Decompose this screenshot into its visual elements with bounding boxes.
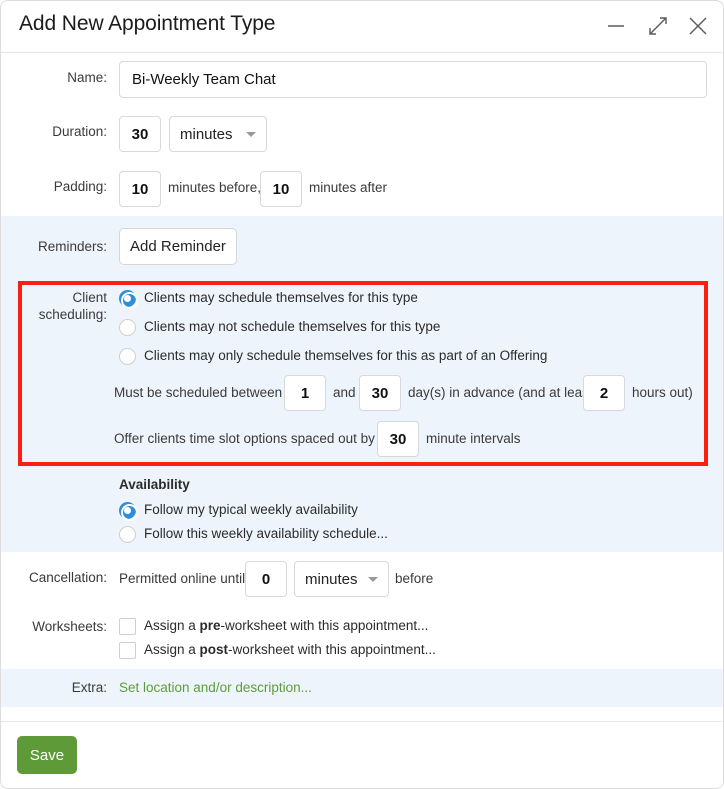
radio-this-weekly-schedule[interactable] xyxy=(119,526,136,543)
name-label: Name: xyxy=(67,70,107,85)
cancellation-row: Cancellation: Permitted online until min… xyxy=(1,552,723,607)
dialog-title: Add New Appointment Type xyxy=(19,12,276,35)
close-button[interactable] xyxy=(681,9,715,43)
pre-worksheet-emphasis: pre xyxy=(199,618,221,633)
radio-label-this-weekly-schedule: Follow this weekly availability schedule… xyxy=(144,526,388,541)
padding-before-input[interactable] xyxy=(119,171,161,207)
client-scheduling-section: Client scheduling: Clients may schedule … xyxy=(1,277,723,464)
save-button[interactable]: Save xyxy=(17,736,77,774)
chevron-down-icon xyxy=(368,576,378,582)
padding-before-text: minutes before, xyxy=(168,180,262,195)
padding-label: Padding: xyxy=(53,179,107,194)
advance-max-input[interactable] xyxy=(359,375,401,411)
name-input[interactable] xyxy=(119,61,707,98)
advance-prefix-text: Must be scheduled between xyxy=(114,385,283,400)
extra-label: Extra: xyxy=(71,680,107,695)
slot-interval-input[interactable] xyxy=(377,421,419,457)
duration-unit-select[interactable]: minutes xyxy=(169,116,267,152)
cancellation-label: Cancellation: xyxy=(28,570,107,585)
title-bar: Add New Appointment Type xyxy=(1,1,723,53)
add-appointment-type-dialog: Add New Appointment Type Name: Duration: xyxy=(0,0,724,789)
advance-suffix-text: day(s) in advance (and at least xyxy=(408,385,593,400)
post-worksheet-suffix: -worksheet with this appointment... xyxy=(228,642,436,657)
radio-label-clients-may-not-schedule: Clients may not schedule themselves for … xyxy=(144,319,441,334)
minimize-button[interactable] xyxy=(599,9,633,43)
pre-worksheet-suffix: -worksheet with this appointment... xyxy=(220,618,429,633)
chevron-down-icon xyxy=(246,131,256,137)
availability-section: Availability Follow my typical weekly av… xyxy=(1,464,723,552)
label-post-worksheet: Assign a post-worksheet with this appoin… xyxy=(144,642,436,657)
radio-label-typical-weekly-availability: Follow my typical weekly availability xyxy=(144,502,358,517)
slot-prefix-text: Offer clients time slot options spaced o… xyxy=(114,431,375,446)
worksheets-row: Worksheets: Assign a pre-worksheet with … xyxy=(1,607,723,669)
reminders-row: Reminders: Add Reminder xyxy=(1,216,723,277)
name-row: Name: xyxy=(1,53,723,106)
duration-row: Duration: minutes xyxy=(1,106,723,161)
duration-value-input[interactable] xyxy=(119,116,161,152)
cancellation-suffix-text: before xyxy=(395,571,434,586)
radio-clients-offering-only[interactable] xyxy=(119,348,136,365)
add-reminder-button[interactable]: Add Reminder xyxy=(119,228,237,265)
checkbox-post-worksheet[interactable] xyxy=(119,642,136,659)
cancellation-prefix-text: Permitted online until xyxy=(119,571,246,586)
label-pre-worksheet: Assign a pre-worksheet with this appoint… xyxy=(144,618,428,633)
cancellation-unit-value: minutes xyxy=(305,570,358,588)
padding-after-input[interactable] xyxy=(260,171,302,207)
advance-joiner-text: and xyxy=(333,385,356,400)
worksheets-label: Worksheets: xyxy=(32,619,107,634)
padding-row: Padding: minutes before, minutes after xyxy=(1,161,723,216)
advance-hours-input[interactable] xyxy=(583,375,625,411)
radio-label-clients-offering-only: Clients may only schedule themselves for… xyxy=(144,348,548,363)
advance-min-input[interactable] xyxy=(284,375,326,411)
post-worksheet-emphasis: post xyxy=(199,642,229,657)
dialog-footer: Save xyxy=(1,721,723,788)
cancellation-value-input[interactable] xyxy=(245,561,287,597)
cancellation-unit-select[interactable]: minutes xyxy=(294,561,389,597)
radio-clients-may-schedule[interactable] xyxy=(119,290,138,309)
radio-typical-weekly-availability[interactable] xyxy=(119,502,138,521)
post-worksheet-prefix: Assign a xyxy=(144,642,200,657)
checkbox-pre-worksheet[interactable] xyxy=(119,618,136,635)
advance-hours-suffix-text: hours out) xyxy=(632,385,693,400)
duration-label: Duration: xyxy=(52,124,107,139)
pre-worksheet-prefix: Assign a xyxy=(144,618,200,633)
padding-after-text: minutes after xyxy=(309,180,388,195)
radio-label-clients-may-schedule: Clients may schedule themselves for this… xyxy=(144,290,418,305)
radio-clients-may-not-schedule[interactable] xyxy=(119,319,136,336)
duration-unit-value: minutes xyxy=(180,125,233,143)
reminders-label: Reminders: xyxy=(37,239,107,254)
availability-heading: Availability xyxy=(119,477,190,492)
restore-button[interactable] xyxy=(641,9,675,43)
set-location-description-link[interactable]: Set location and/or description... xyxy=(119,680,312,695)
slot-suffix-text: minute intervals xyxy=(426,431,521,446)
extra-row: Extra: Set location and/or description..… xyxy=(1,669,723,707)
client-scheduling-label: Client scheduling: xyxy=(38,290,107,322)
